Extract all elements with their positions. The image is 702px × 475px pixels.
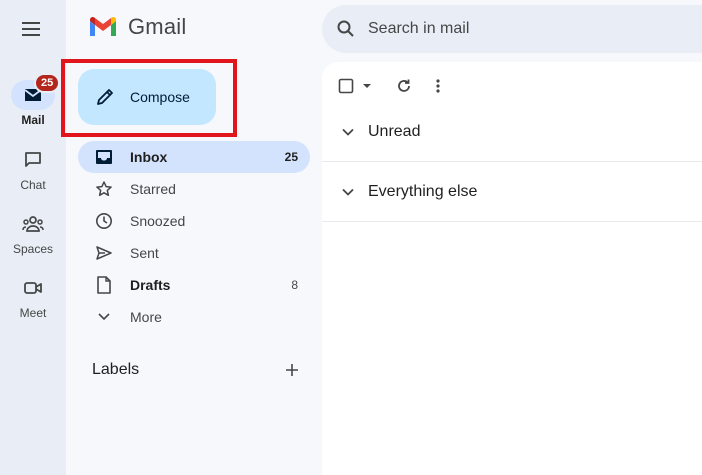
compose-button[interactable]: Compose — [78, 69, 216, 125]
message-list-panel: Unread Everything else — [322, 62, 702, 475]
compose-label: Compose — [130, 89, 190, 105]
nav-item-inbox[interactable]: Inbox 25 — [78, 141, 310, 173]
mail-unread-badge: 25 — [34, 73, 61, 93]
add-label-icon[interactable] — [282, 360, 302, 380]
app-rail: 25 Mail Chat Spaces Meet — [0, 0, 66, 475]
search-bar — [322, 5, 702, 53]
mailbox-nav: Inbox 25 Starred Snoozed Sent Drafts 8 M… — [78, 141, 310, 333]
rail-item-meet[interactable]: Meet — [0, 273, 66, 320]
labels-header: Labels — [92, 360, 302, 380]
clock-icon — [94, 211, 114, 231]
section-unread[interactable]: Unread — [322, 102, 702, 162]
main-menu-icon[interactable] — [20, 19, 44, 39]
gmail-logo-icon — [90, 16, 116, 36]
nav-item-more[interactable]: More — [78, 301, 310, 333]
chat-icon — [11, 145, 55, 175]
list-toolbar — [338, 74, 440, 98]
nav-item-starred[interactable]: Starred — [78, 173, 310, 205]
spaces-icon — [11, 209, 55, 239]
mail-icon: 25 — [11, 73, 61, 110]
chevron-down-icon — [342, 188, 354, 196]
draft-file-icon — [94, 275, 114, 295]
rail-item-spaces[interactable]: Spaces — [0, 209, 66, 256]
nav-label: Drafts — [130, 277, 171, 293]
refresh-icon[interactable] — [396, 78, 412, 94]
nav-label: Snoozed — [130, 213, 186, 229]
section-everything-else[interactable]: Everything else — [322, 162, 702, 222]
gmail-logo[interactable]: Gmail — [88, 14, 186, 40]
nav-item-drafts[interactable]: Drafts 8 — [78, 269, 310, 301]
nav-item-sent[interactable]: Sent — [78, 237, 310, 269]
rail-item-mail[interactable]: 25 Mail — [0, 73, 66, 127]
search-input[interactable] — [368, 20, 668, 38]
nav-label: Inbox — [130, 149, 168, 165]
logo-text: Gmail — [128, 14, 187, 39]
sidebar: Gmail Compose Inbox 25 Starred Snoozed S… — [61, 0, 322, 475]
inbox-count: 25 — [284, 150, 298, 164]
section-label: Everything else — [368, 182, 478, 200]
rail-item-label: Spaces — [12, 242, 54, 256]
inbox-icon — [94, 147, 114, 167]
rail-item-chat[interactable]: Chat — [0, 145, 66, 192]
nav-label: Starred — [130, 181, 176, 197]
labels-title: Labels — [92, 361, 140, 378]
drafts-count: 8 — [291, 278, 298, 292]
search-icon[interactable] — [336, 19, 356, 39]
nav-label: Sent — [130, 245, 159, 261]
more-options-icon[interactable] — [436, 78, 440, 94]
chevron-down-icon — [94, 307, 114, 327]
nav-label: More — [130, 309, 162, 325]
rail-item-label: Chat — [20, 178, 46, 192]
section-label: Unread — [368, 122, 421, 140]
rail-item-label: Mail — [21, 113, 45, 127]
select-all-checkbox[interactable] — [338, 78, 354, 94]
rail-item-label: Meet — [19, 306, 47, 320]
nav-item-snoozed[interactable]: Snoozed — [78, 205, 310, 237]
pencil-icon — [97, 89, 113, 105]
star-icon — [94, 179, 114, 199]
select-dropdown-icon[interactable] — [362, 82, 372, 90]
send-icon — [94, 243, 114, 263]
video-camera-icon — [11, 273, 55, 303]
chevron-down-icon — [342, 128, 354, 136]
